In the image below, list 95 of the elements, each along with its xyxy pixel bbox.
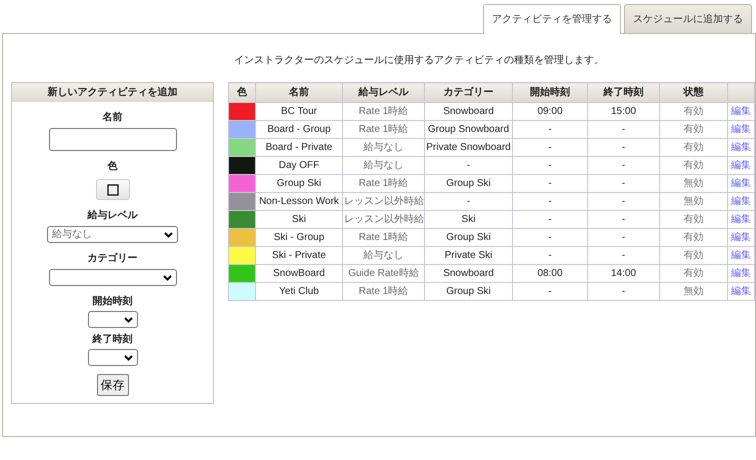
column-header: 終了時刻 — [588, 82, 660, 102]
table-cell: Ski — [256, 210, 342, 228]
column-header: 名前 — [256, 82, 342, 102]
table-cell: Group Ski — [424, 174, 512, 192]
table-cell: - — [512, 192, 588, 210]
table-cell: - — [588, 228, 660, 246]
table-cell: 有効 — [660, 210, 728, 228]
time-dropdown[interactable] — [88, 349, 138, 366]
table-cell: 有効 — [660, 156, 728, 174]
table-cell: Private Ski — [424, 246, 512, 264]
column-header: カテゴリー — [424, 82, 512, 102]
dropdown[interactable] — [48, 269, 176, 286]
table-cell: 無効 — [660, 174, 728, 192]
table-cell: Board - Group — [256, 120, 342, 138]
table-cell: BC Tour — [256, 102, 342, 120]
column-header: 状態 — [660, 82, 728, 102]
time-dropdown[interactable] — [88, 311, 138, 328]
caret-icon — [162, 274, 172, 280]
table-cell: - — [424, 192, 512, 210]
table-cell: - — [512, 156, 588, 174]
table-cell: Snowboard — [424, 264, 512, 282]
field-label: 給与レベル — [88, 208, 138, 223]
field-label: カテゴリー — [88, 252, 138, 266]
table-cell: Yeti Club — [256, 282, 342, 300]
table-cell: Ski - Private — [256, 246, 342, 264]
table-cell: Rate 1時給 — [342, 282, 424, 300]
square-icon — [106, 184, 118, 196]
description-text: インストラクターのスケジュールに使用するアクティビティの種類を管理します。 — [233, 54, 604, 68]
field-label: 開始時刻 — [92, 294, 132, 309]
caret-icon — [124, 354, 132, 360]
field-label: 終了時刻 — [92, 332, 132, 347]
table-cell: 無効 — [660, 192, 728, 210]
table-cell: Rate 1時給 — [342, 120, 424, 138]
table-cell: - — [512, 174, 588, 192]
table-cell: Rate 1時給 — [342, 174, 424, 192]
table-cell: 15:00 — [588, 102, 660, 120]
table-cell: - — [588, 174, 660, 192]
column-header: 給与レベル — [342, 82, 424, 102]
column-header: 開始時刻 — [512, 82, 588, 102]
table-cell: Non-Lesson Work — [256, 192, 342, 210]
table-cell: 有効 — [660, 120, 728, 138]
field-label: 色 — [108, 160, 118, 174]
table-cell: - — [588, 192, 660, 210]
table-cell: - — [588, 246, 660, 264]
table-cell: 14:00 — [588, 264, 660, 282]
table-cell: 有効 — [660, 264, 728, 282]
table-cell: - — [588, 156, 660, 174]
table-cell: 08:00 — [512, 264, 588, 282]
table-cell: Rate 1時給 — [342, 102, 424, 120]
table-cell: 無効 — [660, 282, 728, 300]
name-field[interactable] — [48, 128, 176, 151]
table-cell: 給与なし — [342, 156, 424, 174]
table-cell: レッスン以外時給 — [342, 192, 424, 210]
table-cell: - — [512, 120, 588, 138]
table-cell: Group Ski — [256, 174, 342, 192]
table-cell: 有効 — [660, 228, 728, 246]
table-cell: - — [588, 138, 660, 156]
table-cell: 給与なし — [342, 138, 424, 156]
color-button[interactable] — [96, 179, 130, 200]
table-cell: - — [424, 156, 512, 174]
tab[interactable]: スケジュールに追加する — [624, 4, 752, 33]
field-label: 名前 — [102, 110, 122, 125]
table-cell: - — [512, 210, 588, 228]
table-cell: Group Ski — [424, 282, 512, 300]
caret-icon — [164, 232, 173, 238]
table-cell: Day OFF — [256, 156, 342, 174]
table-cell: Group Snowboard — [424, 120, 512, 138]
caret-icon — [124, 316, 132, 322]
table-cell: 09:00 — [512, 102, 588, 120]
table-cell: Guide Rate時給 — [342, 264, 424, 282]
table-cell: Rate 1時給 — [342, 228, 424, 246]
table-cell: 有効 — [660, 102, 728, 120]
table-cell: 有効 — [660, 246, 728, 264]
table-cell: Ski — [424, 210, 512, 228]
save-button[interactable]: 保存 — [96, 374, 128, 396]
table-cell: 給与なし — [342, 246, 424, 264]
table-cell: Snowboard — [424, 102, 512, 120]
table-cell: Group Ski — [424, 228, 512, 246]
table-cell: 有効 — [660, 138, 728, 156]
table-cell: - — [588, 282, 660, 300]
table-cell: - — [512, 282, 588, 300]
dropdown[interactable]: 給与なし — [47, 226, 178, 243]
column-header: 色 — [228, 82, 256, 102]
table-cell: - — [512, 228, 588, 246]
table-cell: - — [512, 246, 588, 264]
form-title: 新しいアクティビティを追加 — [12, 83, 213, 102]
table-cell: Private Snowboard — [424, 138, 512, 156]
table-cell: Ski - Group — [256, 228, 342, 246]
table-cell: Board - Private — [256, 138, 342, 156]
table-cell: - — [588, 120, 660, 138]
table-cell: レッスン以外時給 — [342, 210, 424, 228]
table-cell: - — [512, 138, 588, 156]
table-cell: SnowBoard — [256, 264, 342, 282]
table-cell: - — [588, 210, 660, 228]
tab[interactable]: アクティビティを管理する — [483, 4, 621, 34]
